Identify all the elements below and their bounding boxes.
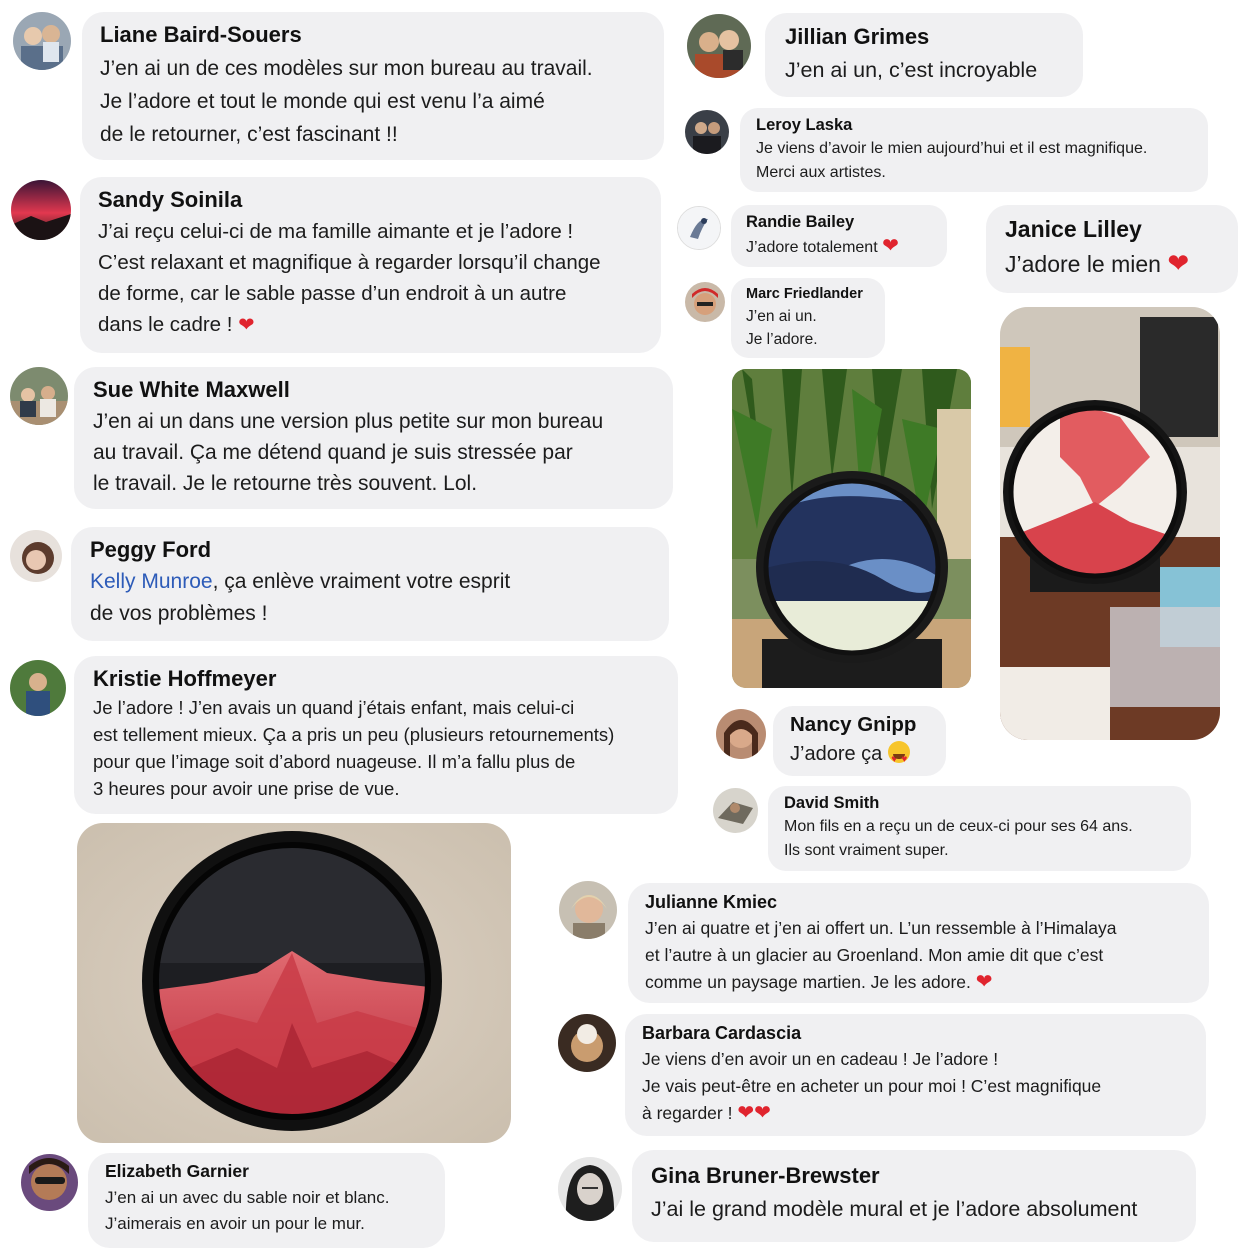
commenter-name[interactable]: David Smith [784, 792, 1175, 814]
comment-text: Mon fils en a reçu un de ceux-ci pour se… [784, 818, 1133, 859]
commenter-name[interactable]: Kristie Hoffmeyer [93, 666, 659, 692]
commenter-name[interactable]: Barbara Cardascia [642, 1021, 1189, 1045]
avatar-julianne[interactable] [559, 881, 617, 939]
comment-text: J’ai le grand modèle mural et je l’adore… [651, 1197, 1138, 1221]
avatar-barbara[interactable] [558, 1014, 616, 1072]
avatar-david[interactable] [713, 788, 758, 833]
commenter-name[interactable]: Liane Baird-Souers [100, 22, 646, 48]
comment-david: David Smith Mon fils en a reçu un de ceu… [768, 786, 1191, 871]
heart-icon: ❤❤ [737, 1102, 771, 1124]
comment-leroy: Leroy Laska Je viens d’avoir le mien auj… [740, 108, 1208, 192]
heart-eyes-emoji-icon [888, 741, 911, 775]
comment-body: Je viens d’en avoir un en cadeau ! Je l’… [642, 1049, 1102, 1123]
avatar-nancy[interactable] [716, 709, 766, 759]
comment-randie: Randie Bailey J’adore totalement ❤ [731, 205, 947, 267]
heart-icon: ❤ [238, 314, 255, 336]
commenter-name[interactable]: Leroy Laska [756, 114, 1192, 136]
comment-nancy: Nancy Gnipp J’adore ça [773, 706, 946, 776]
avatar-randie[interactable] [677, 206, 721, 250]
heart-icon: ❤ [975, 971, 993, 993]
comment-text: J’en ai un, c’est incroyable [785, 58, 1038, 82]
product-photo-red-sand-art[interactable] [1000, 307, 1220, 740]
comment-text: J’en ai un. Je l’adore. [746, 308, 818, 348]
heart-icon: ❤ [882, 235, 899, 257]
commenter-name[interactable]: Peggy Ford [90, 537, 650, 563]
comment-body: J’en ai quatre et j’en ai offert un. L’u… [645, 918, 1117, 992]
comment-jillian: Jillian Grimes J’en ai un, c’est incroya… [765, 13, 1083, 97]
comment-body: J’ai reçu celui-ci de ma famille aimante… [98, 220, 601, 336]
mention-link[interactable]: Kelly Munroe [90, 570, 213, 593]
comment-text: J’adore totalement ❤ [746, 233, 932, 261]
comment-text: Kelly Munroe, ça enlève vraiment votre e… [90, 566, 650, 630]
avatar-leroy[interactable] [685, 110, 729, 154]
avatar-marc[interactable] [685, 282, 725, 322]
commenter-name[interactable]: Sue White Maxwell [93, 377, 654, 403]
avatar-kristie[interactable] [10, 660, 66, 716]
avatar-elizabeth[interactable] [21, 1154, 78, 1211]
avatar-peggy[interactable] [10, 530, 62, 582]
commenter-name[interactable]: Randie Bailey [746, 211, 932, 233]
commenter-name[interactable]: Janice Lilley [1005, 215, 1219, 243]
commenter-name[interactable]: Elizabeth Garnier [105, 1160, 428, 1182]
comment-text: J’adore ça [790, 739, 929, 775]
avatar-liane[interactable] [13, 12, 71, 70]
comment-sandy: Sandy Soinila J’ai reçu celui-ci de ma f… [80, 177, 661, 353]
commenter-name[interactable]: Marc Friedlander [746, 284, 870, 304]
comment-sue: Sue White Maxwell J’en ai un dans une ve… [74, 367, 673, 509]
comment-text: Je viens d’en avoir un en cadeau ! Je l’… [642, 1046, 1189, 1127]
commenter-name[interactable]: Jillian Grimes [785, 23, 1063, 50]
comment-gina: Gina Bruner-Brewster J’ai le grand modèl… [632, 1150, 1196, 1242]
commenter-name[interactable]: Sandy Soinila [98, 187, 643, 213]
comment-text: J’adore le mien ❤ [1005, 246, 1219, 281]
avatar-gina[interactable] [558, 1157, 622, 1221]
product-photo-blue-sand-art[interactable] [732, 369, 971, 688]
comment-text: J’en ai un avec du sable noir et blanc. … [105, 1188, 390, 1233]
comment-barbara: Barbara Cardascia Je viens d’en avoir un… [625, 1014, 1206, 1136]
comment-body: J’adore le mien [1005, 251, 1161, 277]
comment-body: J’adore ça [790, 743, 883, 765]
avatar-sue[interactable] [10, 367, 68, 425]
comment-elizabeth: Elizabeth Garnier J’en ai un avec du sab… [88, 1153, 445, 1248]
comment-text: J’ai reçu celui-ci de ma famille aimante… [98, 216, 643, 341]
commenter-name[interactable]: Nancy Gnipp [790, 712, 929, 737]
comment-text: Je viens d’avoir le mien aujourd’hui et … [756, 140, 1148, 181]
comment-marc: Marc Friedlander J’en ai un. Je l’adore. [731, 278, 885, 358]
comment-peggy: Peggy Ford Kelly Munroe, ça enlève vraim… [71, 527, 669, 641]
comment-text: J’en ai un de ces modèles sur mon bureau… [100, 57, 593, 146]
commenter-name[interactable]: Julianne Kmiec [645, 890, 1192, 914]
comment-text: J’en ai quatre et j’en ai offert un. L’u… [645, 915, 1192, 996]
comment-janice: Janice Lilley J’adore le mien ❤ [986, 205, 1238, 293]
comment-liane: Liane Baird-Souers J’en ai un de ces mod… [82, 12, 664, 160]
heart-icon: ❤ [1167, 248, 1190, 278]
avatar-jillian[interactable] [687, 14, 751, 78]
comment-body: J’adore totalement [746, 239, 878, 256]
comment-text: Je l’adore ! J’en avais un quand j’étais… [93, 697, 615, 799]
product-photo-wall-sand-art[interactable] [77, 823, 511, 1143]
avatar-sandy[interactable] [11, 180, 71, 240]
commenter-name[interactable]: Gina Bruner-Brewster [651, 1162, 1177, 1190]
comment-text: J’en ai un dans une version plus petite … [93, 410, 604, 495]
comment-julianne: Julianne Kmiec J’en ai quatre et j’en ai… [628, 883, 1209, 1003]
comment-kristie: Kristie Hoffmeyer Je l’adore ! J’en avai… [74, 656, 678, 814]
